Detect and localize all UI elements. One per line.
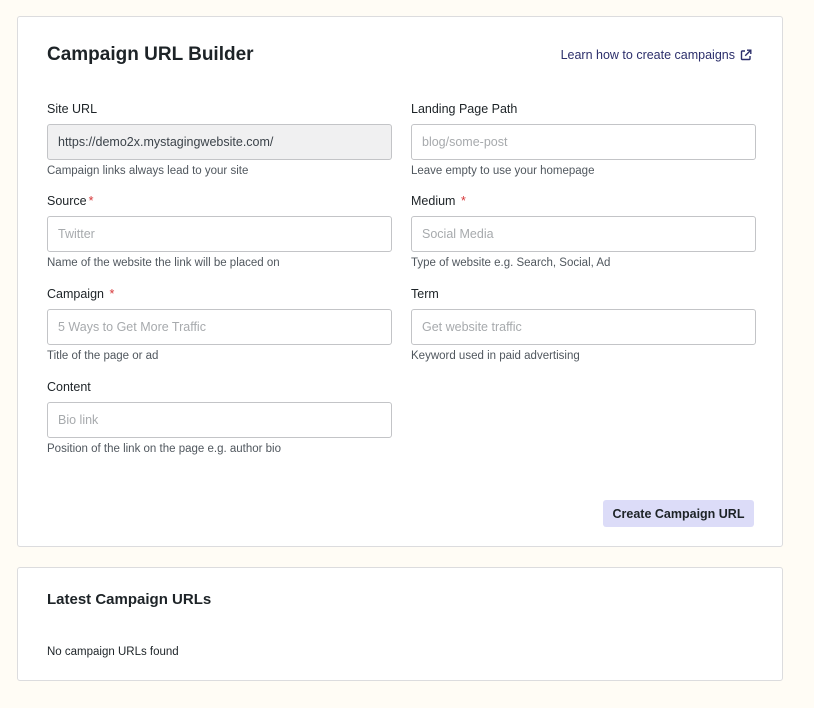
campaign-required-mark: * bbox=[109, 287, 115, 301]
medium-required-mark: * bbox=[460, 194, 466, 208]
latest-title: Latest Campaign URLs bbox=[47, 591, 212, 608]
site-url-label: Site URL bbox=[47, 102, 98, 116]
source-input[interactable] bbox=[47, 216, 392, 252]
source-label: Source bbox=[47, 194, 87, 208]
learn-link-label: Learn how to create campaigns bbox=[560, 48, 735, 62]
term-label: Term bbox=[411, 287, 439, 301]
term-field: Term Keyword used in paid advertising bbox=[411, 286, 756, 363]
medium-field: Medium * Type of website e.g. Search, So… bbox=[411, 193, 756, 270]
medium-label: Medium bbox=[411, 194, 456, 208]
source-help: Name of the website the link will be pla… bbox=[47, 257, 280, 269]
campaign-help: Title of the page or ad bbox=[47, 350, 159, 362]
latest-campaigns-card: Latest Campaign URLs No campaign URLs fo… bbox=[17, 567, 783, 681]
empty-state-text: No campaign URLs found bbox=[47, 646, 179, 658]
create-campaign-url-button[interactable]: Create Campaign URL bbox=[603, 500, 754, 527]
landing-path-help: Leave empty to use your homepage bbox=[411, 165, 595, 177]
site-url-field: Site URL Campaign links always lead to y… bbox=[47, 101, 392, 178]
external-link-icon bbox=[740, 49, 752, 61]
campaign-field: Campaign * Title of the page or ad bbox=[47, 286, 392, 363]
content-help: Position of the link on the page e.g. au… bbox=[47, 443, 281, 455]
content-field: Content Position of the link on the page… bbox=[47, 379, 392, 456]
content-label: Content bbox=[47, 380, 91, 394]
landing-path-field: Landing Page Path Leave empty to use you… bbox=[411, 101, 756, 178]
source-required-mark: * bbox=[88, 194, 94, 208]
source-field: Source* Name of the website the link wil… bbox=[47, 193, 392, 270]
landing-path-input[interactable] bbox=[411, 124, 756, 160]
site-url-help: Campaign links always lead to your site bbox=[47, 165, 249, 177]
medium-input[interactable] bbox=[411, 216, 756, 252]
builder-title: Campaign URL Builder bbox=[47, 44, 254, 65]
medium-help: Type of website e.g. Search, Social, Ad bbox=[411, 257, 611, 269]
content-input[interactable] bbox=[47, 402, 392, 438]
campaign-builder-card: Campaign URL Builder Learn how to create… bbox=[17, 16, 783, 547]
landing-path-label: Landing Page Path bbox=[411, 102, 518, 116]
term-input[interactable] bbox=[411, 309, 756, 345]
term-help: Keyword used in paid advertising bbox=[411, 350, 580, 362]
site-url-input bbox=[47, 124, 392, 160]
campaign-input[interactable] bbox=[47, 309, 392, 345]
campaign-label: Campaign bbox=[47, 287, 104, 301]
learn-campaigns-link[interactable]: Learn how to create campaigns bbox=[561, 48, 752, 62]
